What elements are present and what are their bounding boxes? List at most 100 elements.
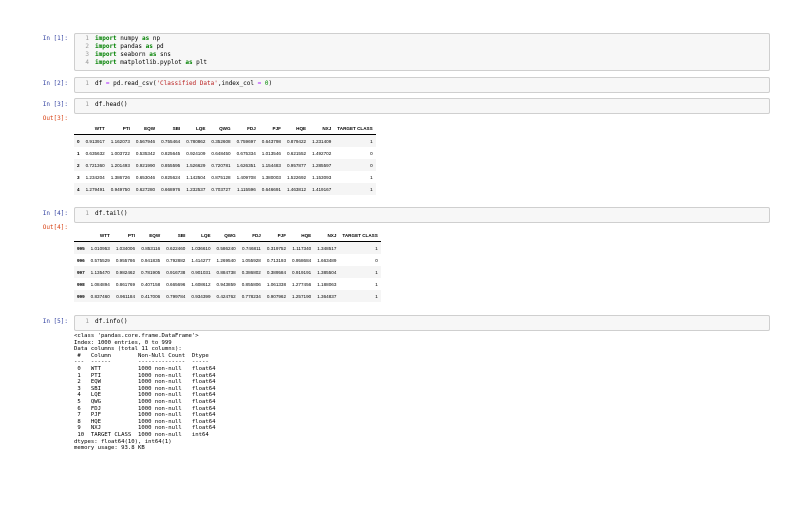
table-cell: 1.162073 bbox=[110, 138, 130, 144]
table-cell: 0.879422 bbox=[286, 138, 307, 144]
table-cell: 1.034006 bbox=[115, 245, 136, 251]
code-token: df.info() bbox=[95, 318, 128, 325]
line-number: 1 bbox=[85, 35, 89, 42]
line-number: 1 bbox=[85, 101, 89, 108]
code-editor[interactable]: 1 df.info() bbox=[74, 315, 770, 331]
code-token: import bbox=[95, 35, 117, 42]
table-cell: 1.055928 bbox=[241, 257, 261, 263]
input-prompt: In [2]: bbox=[42, 80, 68, 87]
code-editor[interactable]: 1 df = pd.read_csv('Classified Data',inde… bbox=[74, 77, 770, 93]
row-index: 4 bbox=[77, 186, 80, 192]
code-token: sns bbox=[156, 51, 171, 58]
code-cell-1[interactable]: In [1]: 1 import numpy as np 2 import panda… bbox=[40, 33, 770, 71]
table-cell: 0.586240 bbox=[216, 245, 236, 251]
row-index: 996 bbox=[77, 257, 85, 263]
code-line: 1 df.head() bbox=[79, 101, 769, 109]
line-number: 4 bbox=[85, 59, 89, 66]
info-line: Data columns (total 11 columns): bbox=[74, 346, 182, 353]
table-cell: 0.982462 bbox=[115, 269, 136, 275]
code-editor[interactable]: 1 import numpy as np 2 import pandas as pd 3… bbox=[74, 33, 770, 71]
table-cell: 0.755464 bbox=[161, 138, 181, 144]
table-cell: 1.285597 bbox=[312, 162, 332, 168]
code-line: 3 import seaborn as sns bbox=[79, 51, 769, 59]
input-prompt: In [3]: bbox=[42, 101, 68, 108]
table-cell: 1.188063 bbox=[317, 281, 337, 287]
info-line: memory usage: 93.8 KB bbox=[74, 445, 145, 452]
info-line: 8 HQE 1000 non-null float64 bbox=[74, 418, 216, 425]
table-cell: 1.463812 bbox=[286, 186, 307, 192]
table-cell: 0.855595 bbox=[161, 162, 181, 168]
table-cell: 1.380003 bbox=[261, 174, 281, 180]
table-cell: 1.269540 bbox=[216, 257, 236, 263]
table-cell: 0.713193 bbox=[266, 257, 287, 263]
table-cell: 1.385504 bbox=[317, 269, 337, 275]
line-number: 2 bbox=[85, 43, 89, 50]
table-cell: 0.780862 bbox=[186, 138, 206, 144]
code-token: np bbox=[149, 35, 161, 42]
info-line: 5 QWG 1000 non-null float64 bbox=[74, 398, 216, 405]
code-token: pandas bbox=[116, 43, 146, 50]
table-cell: 1.153093 bbox=[312, 174, 332, 180]
column-header: PJF bbox=[258, 122, 284, 135]
table-cell: 0.961184 bbox=[116, 293, 136, 299]
table-cell: 0.653046 bbox=[135, 174, 156, 180]
table-cell: 0.916738 bbox=[166, 269, 186, 275]
table-cell: 1.142504 bbox=[186, 174, 206, 180]
info-line: --- ------ -------------- ----- bbox=[74, 359, 216, 366]
column-header: LQE bbox=[188, 229, 214, 242]
table-cell: 0.778234 bbox=[241, 293, 261, 299]
dataframe-head-table: WTT PTI EQW SBI LQE QWG FDJ PJF HQE NXJ TARGET CLA… bbox=[74, 122, 376, 195]
code-line: 1 df = pd.read_csv('Classified Data',inde… bbox=[79, 80, 769, 88]
table-cell: 0.746811 bbox=[242, 245, 261, 251]
table-cell: 0.921990 bbox=[135, 162, 156, 168]
info-output: <class 'pandas.core.frame.DataFrame'> Ind… bbox=[74, 333, 215, 452]
table-cell: 0.934399 bbox=[191, 293, 211, 299]
code-cell-4[interactable]: In [4]: 1 df.tail() bbox=[40, 207, 770, 223]
input-prompt: In [4]: bbox=[42, 210, 68, 217]
code-editor[interactable]: 1 df.tail() bbox=[74, 207, 770, 223]
table-cell: 0.627280 bbox=[135, 186, 156, 192]
table-cell: 0.855806 bbox=[241, 281, 261, 287]
table-cell: 1.279491 bbox=[85, 186, 105, 192]
code-editor[interactable]: 1 df.head() bbox=[74, 98, 770, 114]
table-header-row: WTT PTI EQW SBI LQE QWG FDJ PJF HQE NXJ TARGET CLA… bbox=[74, 229, 381, 242]
code-token: df.tail() bbox=[95, 210, 128, 217]
table-row: 999 0.837460 0.961184 0.417006 0.799784 0.934… bbox=[74, 290, 381, 302]
code-cell-5[interactable]: In [5]: 1 df.info() bbox=[40, 315, 770, 331]
row-index: 999 bbox=[77, 293, 85, 299]
table-cell: 0 bbox=[375, 257, 378, 263]
table-cell: 0.648450 bbox=[211, 150, 231, 156]
row-index: 1 bbox=[77, 150, 80, 156]
table-cell: 1.234204 bbox=[85, 174, 105, 180]
table-row: 997 1.135470 0.982462 0.781905 0.916738 0.901… bbox=[74, 266, 381, 278]
table-cell: 0.575529 bbox=[90, 257, 110, 263]
table-cell: 1.626351 bbox=[236, 162, 256, 168]
table-row: 2 0.721360 1.201493 0.921990 0.855595 1.52662… bbox=[74, 159, 376, 171]
table-cell: 0.957877 bbox=[286, 162, 307, 168]
table-row: 3 1.234204 1.386726 0.653046 0.825624 1.14250… bbox=[74, 171, 376, 183]
code-token: import bbox=[95, 59, 117, 66]
table-cell: 0.861769 bbox=[115, 281, 136, 287]
column-header: EQW bbox=[132, 122, 159, 135]
table-cell: 0.621552 bbox=[286, 150, 307, 156]
table-cell: 0.675334 bbox=[236, 150, 256, 156]
table-cell: 1.364837 bbox=[317, 293, 337, 299]
code-line: 1 df.info() bbox=[79, 318, 769, 326]
code-token: plt bbox=[192, 59, 208, 66]
line-number: 1 bbox=[85, 80, 89, 87]
row-index: 0 bbox=[77, 138, 80, 144]
code-token: as bbox=[145, 43, 153, 50]
table-cell: 1.117340 bbox=[292, 245, 312, 251]
table-cell: 0.721360 bbox=[85, 162, 105, 168]
table-cell: 1.201493 bbox=[110, 162, 130, 168]
code-token: pd bbox=[152, 43, 164, 50]
table-cell: 0.913917 bbox=[85, 138, 105, 144]
code-cell-2[interactable]: In [2]: 1 df = pd.read_csv('Classified Da… bbox=[40, 77, 770, 93]
table-cell: 0.792882 bbox=[166, 257, 186, 263]
column-header: NXJ bbox=[309, 122, 335, 135]
code-cell-3[interactable]: In [3]: 1 df.head() bbox=[40, 98, 770, 114]
table-cell: 1.608612 bbox=[191, 281, 211, 287]
table-cell: 0.643798 bbox=[261, 138, 281, 144]
table-cell: 0.958684 bbox=[292, 257, 312, 263]
info-line: 0 WTT 1000 non-null float64 bbox=[74, 365, 216, 372]
